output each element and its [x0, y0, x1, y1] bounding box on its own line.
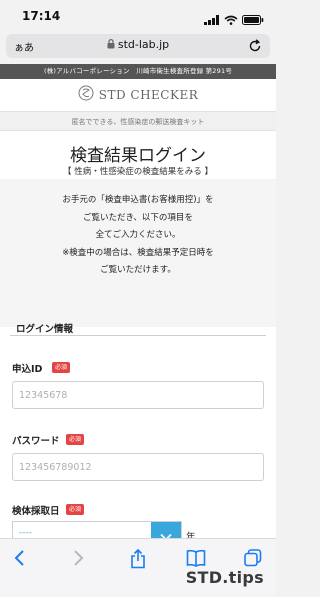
required-badge: 必須 [66, 504, 85, 515]
notice-line: ※検査中の場合は、検査結果予定日時を [62, 247, 214, 258]
required-badge: 必須 [66, 434, 85, 445]
notice-box: お手元の「検査申込書(お客様用控)」を ご覧いただき、以下の項目を 全てご入力く… [0, 179, 276, 327]
wifi-icon [224, 10, 238, 29]
notice-line: お手元の「検査申込書(お客様用控)」を [62, 195, 214, 205]
url-display[interactable]: std-lab.jp [6, 38, 270, 52]
site-logo[interactable]: STD CHECKER [0, 79, 276, 111]
url-bar[interactable]: ぁあ std-lab.jp [6, 34, 270, 58]
page-subtitle: 【 性病・性感染症の検査結果をみる 】 [63, 167, 213, 177]
share-icon[interactable] [129, 548, 147, 573]
status-icons [204, 10, 264, 29]
chevron-down-icon[interactable] [151, 522, 181, 538]
forward-icon[interactable] [70, 549, 86, 571]
company-info-bar: (株)アルバコーポレーション 川崎市衛生検査所登録 第291号 [0, 64, 276, 79]
year-suffix: 年 [186, 532, 196, 538]
application-id-input[interactable] [12, 381, 264, 409]
notice-line: ご覧いただけます。 [100, 265, 176, 275]
password-label: パスワード [12, 436, 60, 447]
sample-year-select[interactable]: ---- [12, 521, 182, 538]
section-divider [10, 335, 266, 336]
signal-icon [204, 10, 220, 29]
section-title: ログイン情報 [16, 324, 74, 335]
reload-icon[interactable] [248, 38, 262, 57]
notice-line: 全てご入力ください。 [95, 230, 181, 240]
sample-year-value: ---- [19, 528, 32, 538]
application-id-label: 申込ID [12, 364, 43, 375]
tagline: 匿名でできる、性感染症の郵送検査キット [0, 111, 276, 131]
back-icon[interactable] [12, 549, 28, 571]
status-bar: 17:14 [0, 0, 276, 30]
lock-icon [107, 39, 115, 52]
password-input[interactable] [12, 453, 264, 481]
status-time: 17:14 [22, 9, 61, 23]
watermark: STD.tips [185, 568, 264, 587]
main-content: 検査結果ログイン 【 性病・性感染症の検査結果をみる 】 お手元の「検査申込書(… [0, 131, 276, 538]
logo-emblem-icon [78, 85, 94, 105]
logo-text: STD CHECKER [98, 88, 199, 102]
notice-line: ご覧いただき、以下の項目を [83, 212, 193, 223]
page-title: 検査結果ログイン [70, 146, 206, 166]
required-badge: 必須 [52, 362, 71, 373]
url-text: std-lab.jp [117, 38, 170, 51]
sample-date-label: 検体採取日 [12, 506, 60, 517]
notice-text: お手元の「検査申込書(お客様用控)」を ご覧いただき、以下の項目を 全てご入力く… [0, 192, 276, 280]
battery-icon [242, 10, 264, 29]
